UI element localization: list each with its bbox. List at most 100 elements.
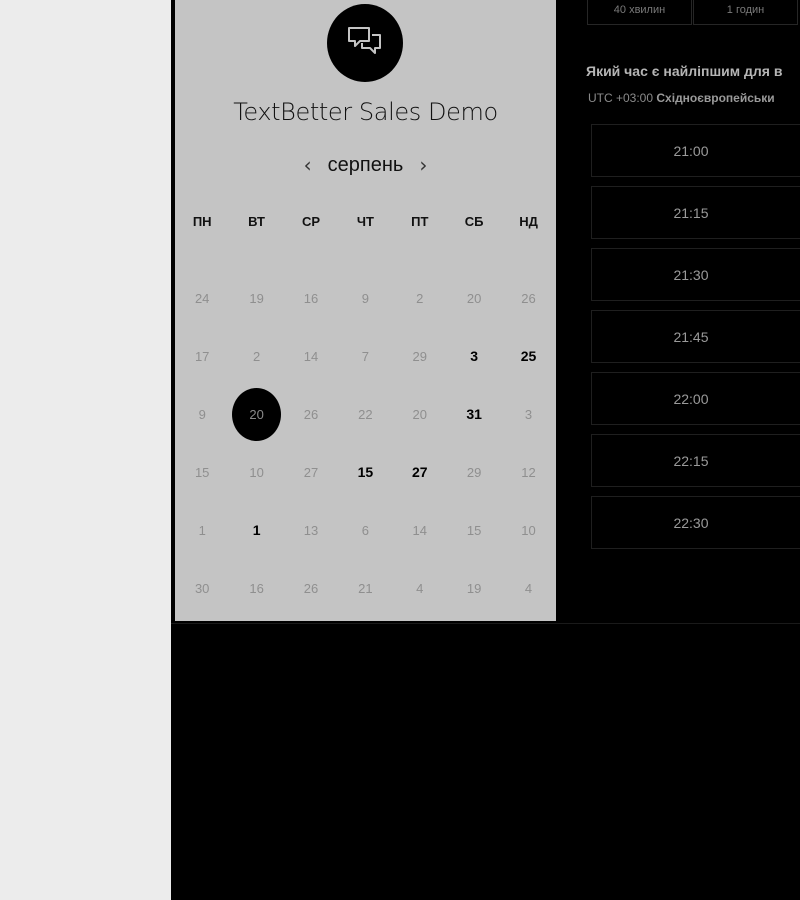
calendar-day-number: 6	[361, 522, 369, 538]
calendar-day: 30	[175, 559, 229, 617]
weekday-label: ВТ	[248, 214, 265, 229]
calendar-day: 2	[229, 327, 283, 385]
calendar-day-number: 29	[466, 464, 482, 480]
calendar-day[interactable]: 25	[501, 327, 555, 385]
calendar-day: 26	[501, 269, 555, 327]
calendar-day: 16	[229, 559, 283, 617]
calendar-day: 4	[501, 559, 555, 617]
calendar-day-number: 10	[249, 464, 264, 480]
calendar-day-number: 20	[466, 290, 482, 306]
time-slot-button[interactable]: 21:15	[591, 186, 800, 239]
calendar-day: 24	[175, 269, 229, 327]
time-slot-button[interactable]: 22:15	[591, 434, 800, 487]
month-label: серпень	[327, 153, 404, 176]
calendar-day-number: 3	[524, 406, 533, 422]
duration-tabs: 40 хвилин 1 годин	[587, 0, 800, 25]
calendar-day[interactable]: 3	[447, 327, 501, 385]
calendar-day: 19	[447, 559, 501, 617]
calendar-day: 14	[284, 327, 338, 385]
prev-month-button[interactable]: ‹	[304, 155, 312, 175]
calendar-day-number: 4	[416, 580, 424, 596]
calendar-day: 7	[338, 327, 392, 385]
time-question-heading: Який час є найліпшим для в	[586, 63, 783, 79]
calendar-day: 17	[175, 327, 229, 385]
calendar-day: 29	[447, 443, 501, 501]
next-month-button[interactable]: ›	[419, 155, 427, 175]
calendar-day: 19	[229, 269, 283, 327]
calendar-day: 9	[338, 269, 392, 327]
calendar-day: 20	[393, 385, 447, 443]
calendar-day-number: 30	[194, 580, 210, 596]
time-slot-button[interactable]: 21:45	[591, 310, 800, 363]
calendar-day-number: 2	[416, 290, 424, 306]
timezone-name: Східноєвропейськи	[656, 91, 775, 105]
calendar-day-number: 27	[411, 464, 428, 480]
calendar-day-number: 14	[303, 348, 319, 364]
timezone-offset: UTC +03:00	[588, 91, 654, 105]
weekday-header: ПН ВТ СР ЧТ ПТ СБ НД	[175, 214, 556, 229]
brand-title: TextBetter Sales Demo	[233, 98, 498, 126]
calendar-day[interactable]: 27	[393, 443, 447, 501]
calendar-day-number: 9	[361, 290, 369, 306]
calendar-day-number: 22	[358, 406, 373, 422]
calendar-day: 27	[284, 443, 338, 501]
calendar-day-number: 19	[466, 580, 482, 596]
calendar-day-number: 24	[194, 290, 210, 306]
calendar-day-number: 27	[303, 464, 319, 480]
calendar-day-number: 16	[249, 580, 264, 596]
calendar-day-number: 15	[194, 464, 210, 480]
weekday-label: ПТ	[411, 214, 429, 229]
calendar-day: 12	[501, 443, 555, 501]
time-slot-panel: 40 хвилин 1 годин Який час є найліпшим д…	[556, 0, 800, 624]
calendar-day: 15	[447, 501, 501, 559]
time-slot-button[interactable]: 22:00	[591, 372, 800, 425]
calendar-day-number: 12	[521, 464, 536, 480]
calendar-day-number: 3	[470, 348, 479, 364]
duration-tab-1h[interactable]: 1 годин	[693, 0, 798, 25]
calendar-day-number: 14	[412, 522, 427, 538]
time-slot-button[interactable]: 21:00	[591, 124, 800, 177]
time-slot-list: 21:00 21:15 21:30 21:45 22:00 22:15 22:3…	[591, 124, 800, 558]
calendar-day-number: 7	[361, 348, 369, 364]
calendar-day: 10	[229, 443, 283, 501]
calendar-day-number: 9	[198, 406, 206, 422]
calendar-day: 14	[393, 501, 447, 559]
duration-tab-40min[interactable]: 40 хвилин	[587, 0, 692, 25]
calendar-day: 22	[338, 385, 392, 443]
weekday-label: ПН	[192, 214, 212, 229]
calendar-day-number: 17	[194, 348, 210, 364]
calendar-day-selected[interactable]: 20	[229, 385, 283, 443]
weekday-label: НД	[519, 214, 538, 229]
calendar-day: 4	[393, 559, 447, 617]
calendar-day[interactable]: 31	[447, 385, 501, 443]
calendar-day: 15	[175, 443, 229, 501]
calendar-day-number: 29	[412, 348, 427, 364]
calendar-day-number: 13	[303, 522, 319, 538]
calendar-day-number: 19	[249, 290, 264, 306]
calendar-day-number: 4	[524, 580, 533, 596]
calendar-day-number: 10	[521, 522, 536, 538]
weekday-label: СР	[301, 214, 320, 229]
calendar-day: 26	[284, 559, 338, 617]
calendar-day-number: 25	[520, 348, 537, 364]
brand-logo	[327, 4, 403, 82]
calendar-day-number: 15	[357, 464, 374, 480]
month-navigation: ‹ серпень ›	[175, 150, 556, 180]
calendar-day: 3	[501, 385, 555, 443]
calendar-day: 21	[338, 559, 392, 617]
calendar-day: 20	[447, 269, 501, 327]
calendar-day-grid: 24 19 16 9 2 20 26 17 2 14 7 29 3 25 9 20 26 22 20 31 3 15 10 2…	[175, 269, 556, 617]
calendar-day-number: 26	[303, 580, 319, 596]
time-slot-button[interactable]: 21:30	[591, 248, 800, 301]
time-slot-button[interactable]: 22:30	[591, 496, 800, 549]
calendar-day-number: 21	[358, 580, 373, 596]
calendar-day: 6	[338, 501, 392, 559]
calendar-day[interactable]: 15	[338, 443, 392, 501]
calendar-day-number: 26	[521, 290, 536, 306]
calendar-day-number: 16	[303, 290, 319, 306]
calendar-day[interactable]: 1	[229, 501, 283, 559]
calendar-day-number: 26	[303, 406, 319, 422]
timezone-selector[interactable]: UTC +03:00 Східноєвропейськи	[588, 91, 775, 105]
calendar-day: 29	[393, 327, 447, 385]
calendar-day: 10	[501, 501, 555, 559]
